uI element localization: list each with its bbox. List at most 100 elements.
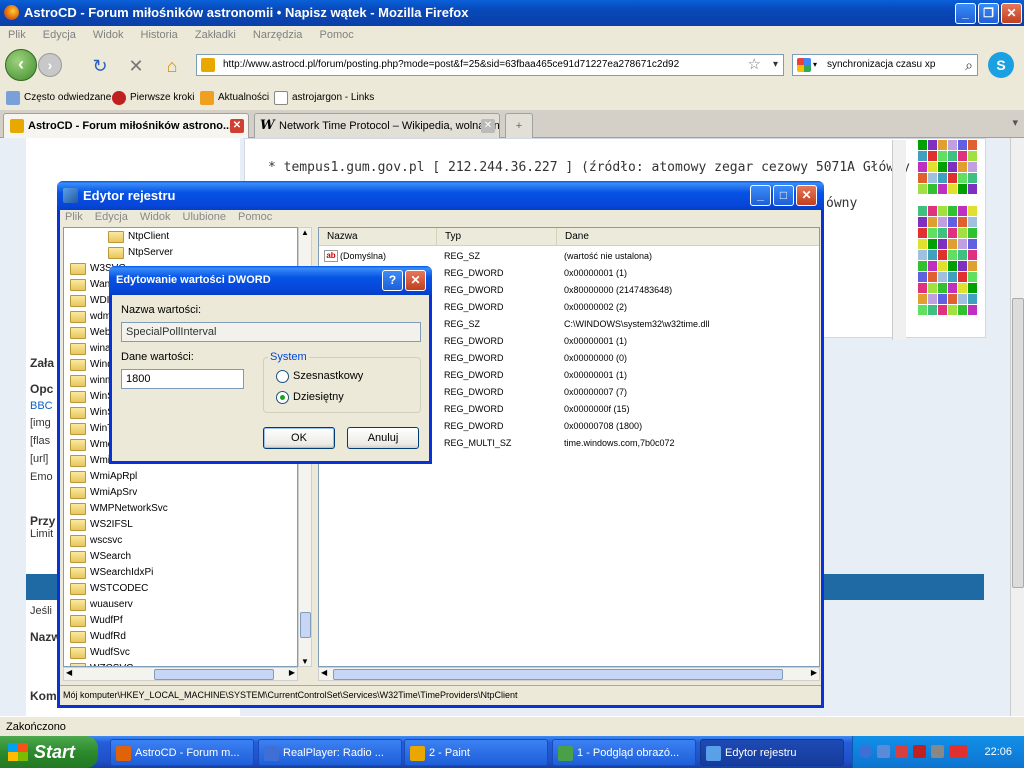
palette-swatch[interactable]	[918, 294, 927, 304]
palette-swatch[interactable]	[938, 283, 947, 293]
palette-swatch[interactable]	[958, 294, 967, 304]
palette-swatch[interactable]	[968, 184, 977, 194]
palette-swatch[interactable]	[938, 217, 947, 227]
tree-horizontal-scrollbar[interactable]: ◀ ▶	[63, 667, 298, 681]
palette-swatch[interactable]	[948, 217, 957, 227]
value-data-input[interactable]	[121, 369, 244, 389]
palette-swatch[interactable]	[928, 140, 937, 150]
palette-swatch[interactable]	[938, 250, 947, 260]
palette-swatch[interactable]	[918, 305, 927, 315]
palette-swatch[interactable]	[928, 305, 937, 315]
bookmark-pierwsze-kroki[interactable]: Pierwsze kroki	[112, 86, 194, 110]
taskbar-item[interactable]: AstroCD - Forum m...	[110, 739, 254, 766]
reload-icon[interactable]: ↻	[88, 56, 112, 76]
menu-ulubione[interactable]: Ulubione	[183, 211, 226, 223]
alert-icon[interactable]	[913, 745, 926, 758]
palette-swatch[interactable]	[958, 173, 967, 183]
scrollbar-thumb[interactable]	[1012, 298, 1024, 588]
palette-swatch[interactable]	[948, 228, 957, 238]
palette-swatch[interactable]	[968, 195, 977, 205]
palette-swatch[interactable]	[918, 239, 927, 249]
palette-swatch[interactable]	[918, 250, 927, 260]
scrollbar-thumb[interactable]	[300, 612, 311, 638]
palette-swatch[interactable]	[958, 206, 967, 216]
minimize-button[interactable]: _	[750, 185, 771, 206]
scroll-left-icon[interactable]: ◀	[321, 668, 327, 677]
palette-scrollbar[interactable]	[892, 140, 906, 340]
shield-icon[interactable]	[895, 745, 908, 758]
palette-swatch[interactable]	[928, 195, 937, 205]
volume-icon[interactable]	[931, 745, 944, 758]
palette-swatch[interactable]	[948, 151, 957, 161]
tree-node[interactable]: WudfPf	[70, 613, 123, 629]
tree-node[interactable]: WudfRd	[70, 629, 126, 645]
palette-swatch[interactable]	[948, 239, 957, 249]
palette-swatch[interactable]	[968, 162, 977, 172]
maximize-button[interactable]: □	[773, 185, 794, 206]
tray-expand-icon[interactable]	[859, 745, 872, 758]
palette-swatch[interactable]	[938, 294, 947, 304]
list-horizontal-scrollbar[interactable]: ◀ ▶	[318, 667, 820, 681]
network-icon[interactable]	[877, 745, 890, 758]
palette-swatch[interactable]	[958, 305, 967, 315]
palette-swatch[interactable]	[968, 217, 977, 227]
table-row[interactable]: ab (Domyślna) REG_SZ (wartość nie ustalona)	[320, 248, 818, 265]
menu-plik[interactable]: Plik	[65, 211, 83, 223]
color-palette[interactable]	[918, 140, 978, 326]
google-icon[interactable]	[797, 58, 811, 72]
tree-node[interactable]: wscsvc	[70, 533, 122, 549]
hex-radio-label[interactable]: Szesnastkowy	[293, 370, 363, 382]
palette-swatch[interactable]	[968, 140, 977, 150]
palette-swatch[interactable]	[958, 162, 967, 172]
bookmark-czesto[interactable]: Często odwiedzane	[6, 86, 111, 110]
palette-swatch[interactable]	[918, 195, 927, 205]
palette-swatch[interactable]	[958, 239, 967, 249]
palette-swatch[interactable]	[938, 151, 947, 161]
bookmark-star-icon[interactable]: ☆	[748, 55, 761, 75]
palette-swatch[interactable]	[918, 184, 927, 194]
bookmark-astrojargon[interactable]: astrojargon - Links	[274, 86, 374, 110]
skype-icon[interactable]: S	[988, 52, 1014, 78]
palette-swatch[interactable]	[938, 162, 947, 172]
tree-node[interactable]: WmiApSrv	[70, 485, 137, 501]
scroll-right-icon[interactable]: ▶	[289, 668, 295, 677]
palette-swatch[interactable]	[928, 173, 937, 183]
scroll-down-icon[interactable]: ▼	[301, 657, 309, 666]
scroll-up-icon[interactable]: ▲	[301, 228, 309, 237]
palette-swatch[interactable]	[948, 162, 957, 172]
palette-swatch[interactable]	[918, 206, 927, 216]
back-button[interactable]: ‹	[5, 49, 37, 81]
menu-widok[interactable]: Widok	[93, 29, 124, 41]
tree-node[interactable]: WudfSvc	[70, 645, 130, 661]
palette-swatch[interactable]	[928, 228, 937, 238]
palette-swatch[interactable]	[928, 184, 937, 194]
value-name-field[interactable]	[121, 322, 421, 342]
search-box[interactable]: ▾ synchronizacja czasu xp ⌕	[792, 54, 978, 76]
taskbar-item[interactable]: Edytor rejestru	[700, 739, 844, 766]
maximize-button[interactable]: ❐	[978, 3, 999, 24]
palette-swatch[interactable]	[968, 173, 977, 183]
search-input[interactable]: synchronizacja czasu xp	[827, 59, 935, 70]
column-nazwa[interactable]: Nazwa	[319, 228, 437, 246]
palette-swatch[interactable]	[948, 261, 957, 271]
palette-swatch[interactable]	[958, 272, 967, 282]
page-label[interactable]: BBC	[30, 400, 53, 412]
palette-swatch[interactable]	[968, 294, 977, 304]
palette-swatch[interactable]	[948, 294, 957, 304]
cancel-button[interactable]: Anuluj	[347, 427, 419, 449]
column-typ[interactable]: Typ	[437, 228, 557, 246]
bookmark-aktualnosci[interactable]: Aktualności	[200, 86, 269, 110]
palette-swatch[interactable]	[938, 228, 947, 238]
palette-swatch[interactable]	[968, 316, 977, 326]
menu-edycja[interactable]: Edycja	[95, 211, 128, 223]
palette-swatch[interactable]	[928, 206, 937, 216]
close-button[interactable]: ✕	[1001, 3, 1022, 24]
home-icon[interactable]: ⌂	[160, 56, 184, 76]
palette-swatch[interactable]	[968, 283, 977, 293]
palette-swatch[interactable]	[948, 195, 957, 205]
palette-swatch[interactable]	[948, 283, 957, 293]
palette-swatch[interactable]	[968, 206, 977, 216]
palette-swatch[interactable]	[938, 261, 947, 271]
ati-icon[interactable]	[949, 745, 967, 758]
scroll-right-icon[interactable]: ▶	[811, 668, 817, 677]
